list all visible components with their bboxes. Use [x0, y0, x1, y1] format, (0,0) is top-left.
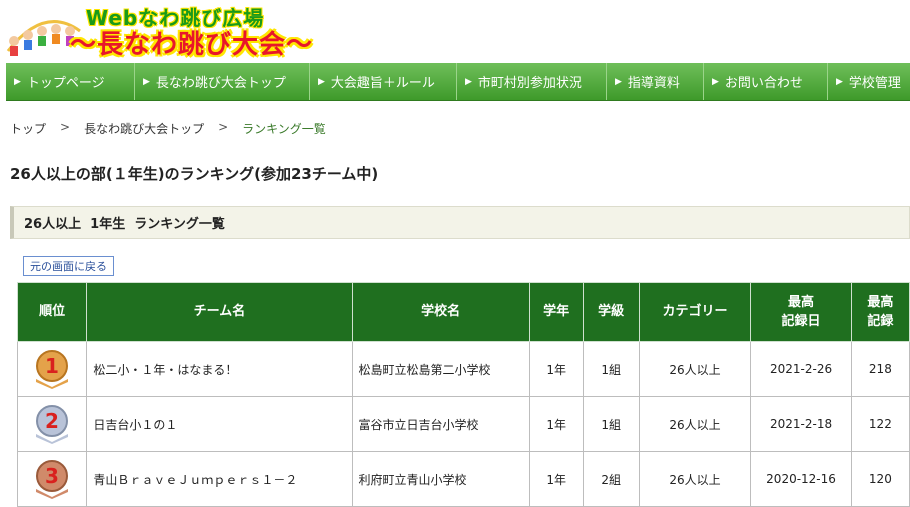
header-grade: 学年: [528, 282, 584, 342]
nav-item-participation[interactable]: ▶ 市町村別参加状況: [457, 63, 607, 100]
class-cell: 1組: [582, 341, 640, 397]
page-title: 26人以上の部(１年生)のランキング(参加23チーム中): [10, 165, 379, 183]
section-heading-label: 26人以上 1年生 ランキング一覧: [24, 217, 225, 232]
header-best-record: 最高 記録: [850, 282, 910, 342]
gold-medal-icon: 1: [36, 350, 69, 389]
triangle-right-icon: ▶: [465, 76, 472, 87]
header-best-date-line2: 記録日: [781, 314, 821, 329]
record-cell: 120: [850, 451, 910, 507]
school-name: 利府町立青山小学校: [351, 451, 530, 507]
nav-item-contact[interactable]: ▶ お問い合わせ: [704, 63, 828, 100]
nav-item-rules[interactable]: ▶ 大会趣旨＋ルール: [310, 63, 457, 100]
school-name: 富谷市立日吉台小学校: [351, 396, 530, 452]
nav-item-label: 大会趣旨＋ルール: [330, 76, 435, 91]
breadcrumb-tournament-top[interactable]: 長なわ跳び大会トップ: [84, 120, 204, 137]
main-nav: ▶ トップページ ▶ 長なわ跳び大会トップ ▶ 大会趣旨＋ルール ▶ 市町村別参…: [6, 63, 910, 101]
silver-medal-icon: 2: [36, 405, 69, 444]
nav-item-label: 長なわ跳び大会トップ: [155, 76, 286, 91]
table-row: 2 日吉台小１の１ 富谷市立日吉台小学校 1年 1組 26人以上 2021-2-…: [16, 396, 910, 452]
breadcrumb-current: ランキング一覧: [242, 122, 326, 136]
header-class: 学級: [582, 282, 640, 342]
breadcrumb-separator: >: [60, 120, 71, 134]
header-school: 学校名: [351, 282, 530, 342]
grade-cell: 1年: [528, 396, 584, 452]
back-button[interactable]: 元の画面に戻る: [23, 256, 114, 276]
nav-item-label: 指導資料: [627, 76, 680, 91]
breadcrumb: トップ > 長なわ跳び大会トップ > ランキング一覧: [10, 120, 326, 137]
bronze-medal-icon: 3: [36, 460, 69, 499]
triangle-right-icon: ▶: [14, 76, 21, 87]
category-cell: 26人以上: [638, 396, 752, 452]
rank-cell: 3: [16, 451, 88, 507]
header-best-record-line2: 記録: [867, 314, 894, 329]
nav-item-tournament-top[interactable]: ▶ 長なわ跳び大会トップ: [135, 63, 310, 100]
table-header-row: 順位 チーム名 学校名 学年 学級 カテゴリー 最高 記録日 最高 記録: [16, 282, 910, 342]
rank-number: 2: [45, 409, 59, 433]
header-team: チーム名: [86, 282, 353, 342]
ranking-table: 順位 チーム名 学校名 学年 学級 カテゴリー 最高 記録日 最高 記録 1 松…: [16, 282, 910, 507]
date-cell: 2020-12-16: [750, 451, 852, 507]
nav-item-top-page[interactable]: ▶ トップページ: [6, 63, 135, 100]
nav-item-label: トップページ: [26, 76, 105, 91]
nav-item-label: お問い合わせ: [724, 76, 803, 91]
rank-cell: 1: [16, 341, 88, 397]
site-header: Webなわ跳び広場 ～長なわ跳び大会～: [0, 0, 910, 62]
triangle-right-icon: ▶: [712, 76, 719, 87]
header-category: カテゴリー: [638, 282, 752, 342]
rank-number: 3: [45, 464, 59, 488]
class-cell: 1組: [582, 396, 640, 452]
triangle-right-icon: ▶: [615, 76, 622, 87]
table-row: 3 青山ＢｒａｖｅＪｕｍｐｅｒｓ１－２ 利府町立青山小学校 1年 2組 26人以…: [16, 451, 910, 507]
site-logo-subtitle[interactable]: ～長なわ跳び大会～: [70, 24, 313, 61]
category-cell: 26人以上: [638, 341, 752, 397]
triangle-right-icon: ▶: [143, 76, 150, 87]
record-cell: 218: [850, 341, 910, 397]
header-best-record-line1: 最高: [867, 294, 894, 310]
section-heading: 26人以上 1年生 ランキング一覧: [10, 206, 910, 239]
grade-cell: 1年: [528, 451, 584, 507]
triangle-right-icon: ▶: [836, 76, 843, 87]
date-cell: 2021-2-18: [750, 396, 852, 452]
breadcrumb-separator: >: [218, 120, 229, 134]
nav-item-school-admin[interactable]: ▶ 学校管理: [828, 63, 910, 100]
team-name: 日吉台小１の１: [86, 396, 353, 452]
rank-cell: 2: [16, 396, 88, 452]
team-name: 松二小・１年・はなまる！: [86, 341, 353, 397]
team-name: 青山ＢｒａｖｅＪｕｍｐｅｒｓ１－２: [86, 451, 353, 507]
class-cell: 2組: [582, 451, 640, 507]
triangle-right-icon: ▶: [318, 76, 325, 87]
date-cell: 2021-2-26: [750, 341, 852, 397]
nav-item-label: 学校管理: [848, 76, 901, 91]
header-rank: 順位: [16, 282, 88, 342]
table-row: 1 松二小・１年・はなまる！ 松島町立松島第二小学校 1年 1組 26人以上 2…: [16, 341, 910, 397]
header-best-date-line1: 最高: [788, 294, 815, 310]
record-cell: 122: [850, 396, 910, 452]
grade-cell: 1年: [528, 341, 584, 397]
header-best-date: 最高 記録日: [750, 282, 852, 342]
nav-item-label: 市町村別参加状況: [477, 76, 582, 91]
nav-item-teaching-materials[interactable]: ▶ 指導資料: [607, 63, 704, 100]
school-name: 松島町立松島第二小学校: [351, 341, 530, 397]
category-cell: 26人以上: [638, 451, 752, 507]
rank-number: 1: [45, 354, 59, 378]
breadcrumb-top[interactable]: トップ: [10, 120, 46, 137]
